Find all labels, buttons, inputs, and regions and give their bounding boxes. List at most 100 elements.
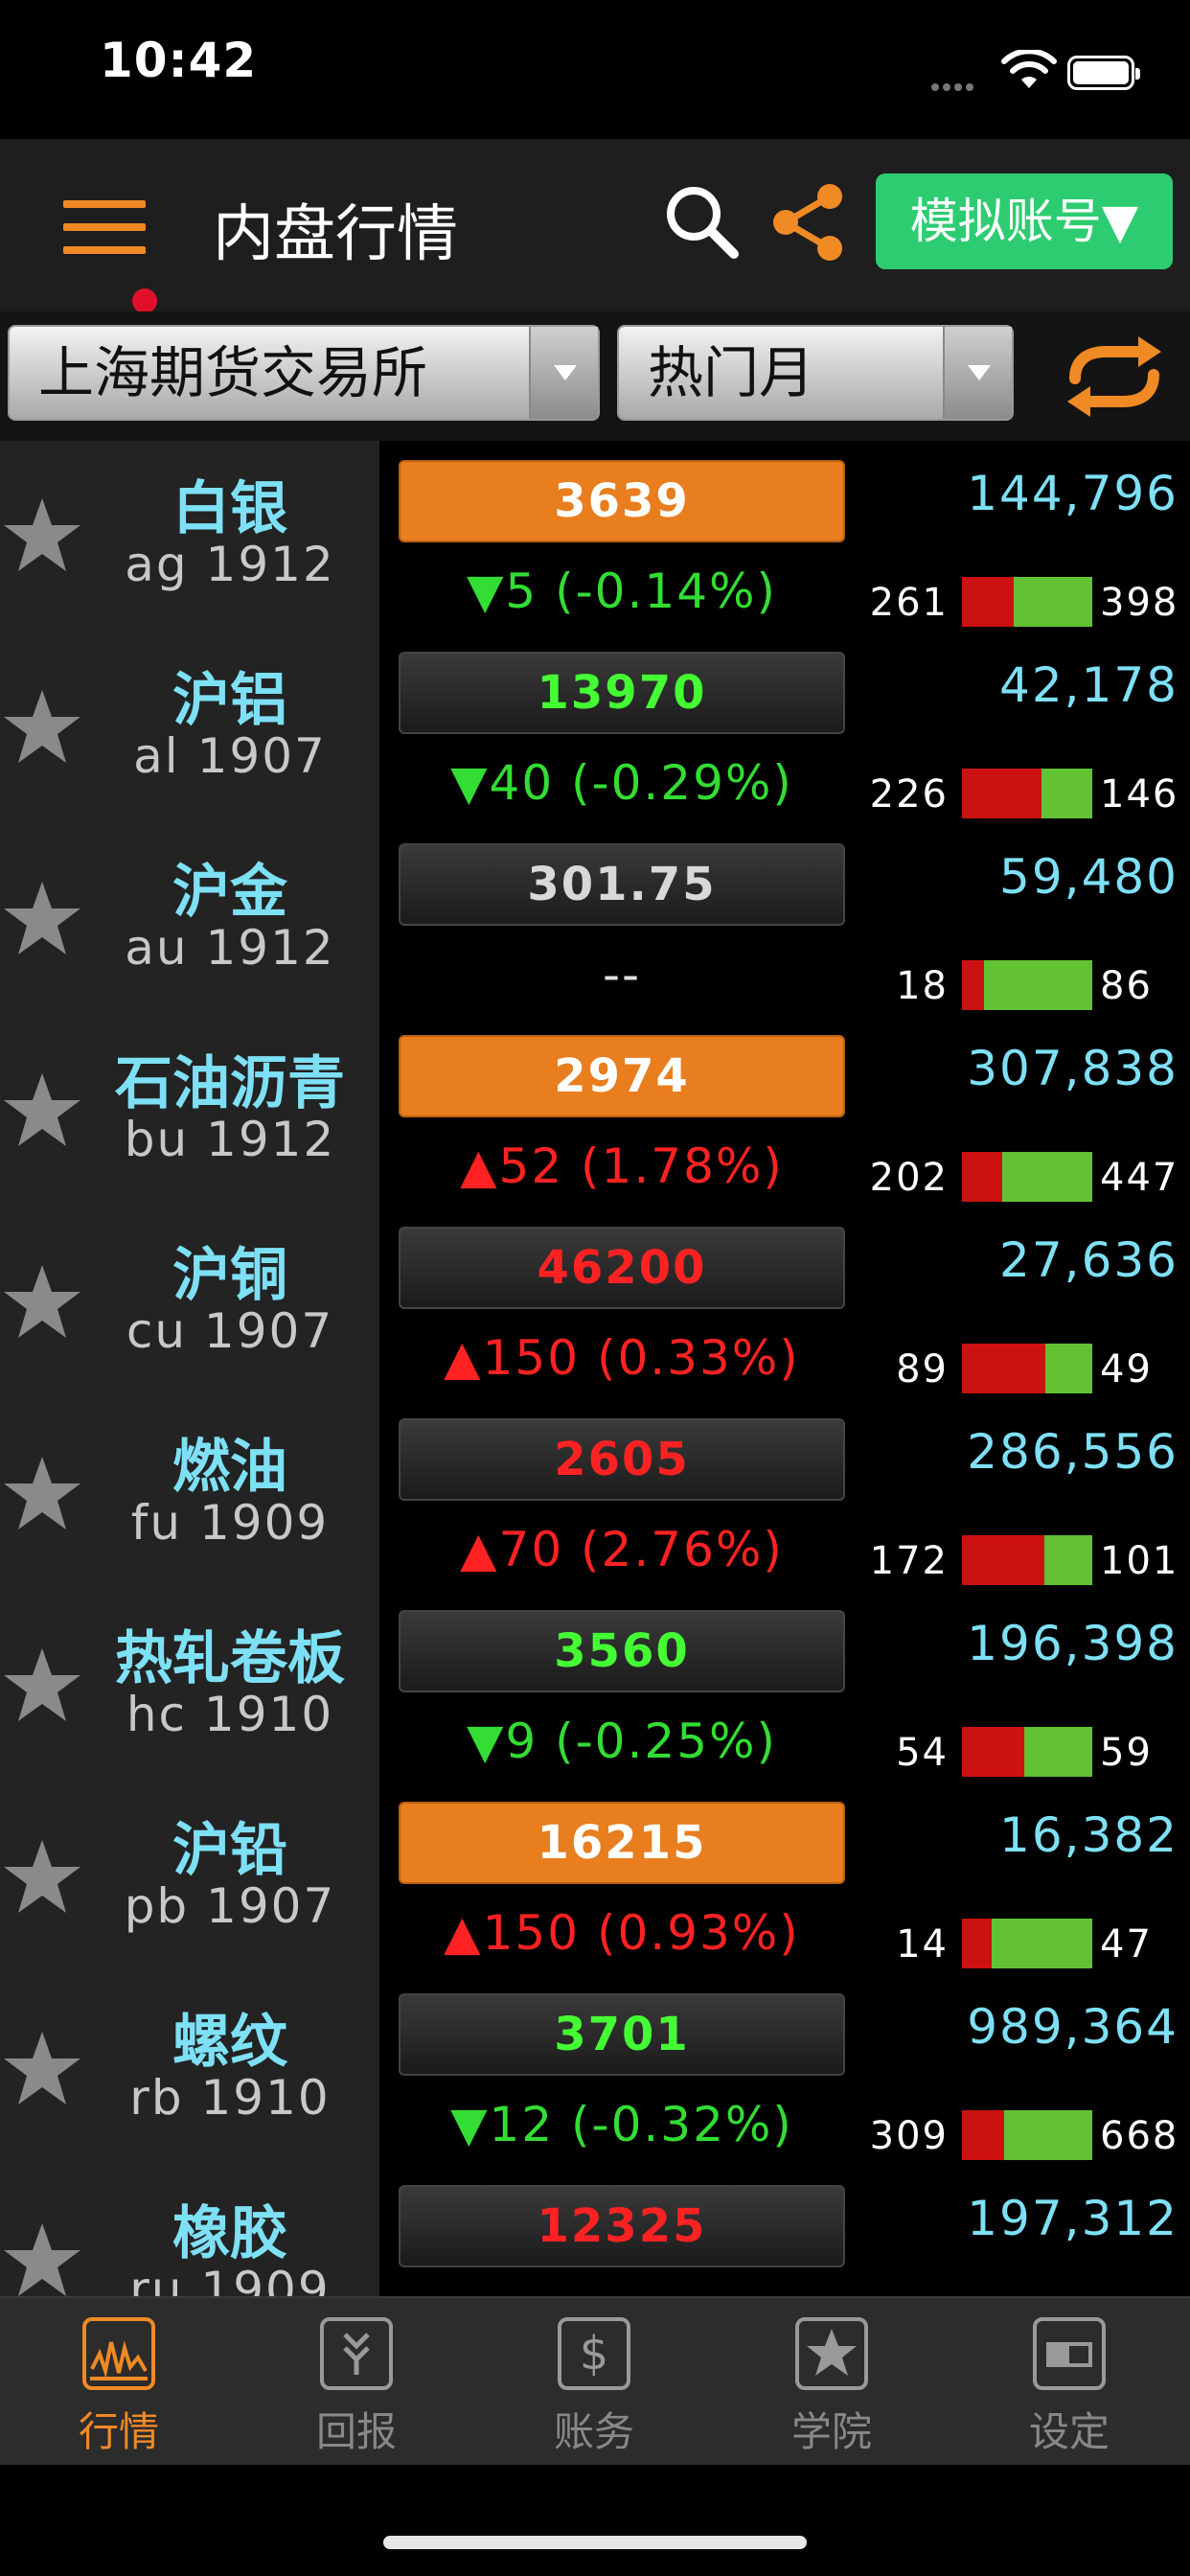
- star-badge-icon: [795, 2317, 868, 2390]
- chevron-down-icon: [529, 327, 598, 419]
- volume: 42,178: [999, 657, 1179, 713]
- favorite-star-icon[interactable]: [2, 2028, 82, 2108]
- bid-volume: 18: [896, 964, 949, 1008]
- contract-name: 沪铝: [172, 667, 287, 734]
- bid-volume: 261: [869, 581, 949, 625]
- last-price[interactable]: 3639: [399, 460, 845, 542]
- favorite-star-icon[interactable]: [2, 1070, 82, 1150]
- bid-ratio-fill: [962, 1919, 993, 1968]
- table-row[interactable]: 热轧卷板 hc 1910 3560 ▼9 (-0.25%) 196,398 54 59: [0, 1591, 1190, 1782]
- contract-code: ru 1909: [129, 2262, 331, 2296]
- tab-settings[interactable]: 设定: [993, 2315, 1146, 2458]
- last-price[interactable]: 3701: [399, 1993, 845, 2076]
- signal-icon: [931, 77, 987, 91]
- ask-volume: 146: [1100, 772, 1179, 816]
- volume: 16,382: [999, 1807, 1179, 1863]
- exchange-dropdown[interactable]: 上海期货交易所: [8, 325, 600, 421]
- bid-ratio-fill: [962, 1152, 1003, 1202]
- home-indicator[interactable]: [383, 2536, 807, 2549]
- favorite-star-icon[interactable]: [2, 1644, 82, 1725]
- status-time: 10:42: [100, 33, 258, 88]
- nav-bar: 内盘行情 模拟账号▼: [0, 139, 1190, 313]
- favorite-star-icon[interactable]: [2, 494, 82, 575]
- price-change: ▼5 (-0.14%): [466, 564, 778, 619]
- table-row[interactable]: 白银 ag 1912 3639 ▼5 (-0.14%) 144,796 261 398: [0, 441, 1190, 632]
- bid-volume: 14: [896, 1922, 949, 1966]
- price-change: ▼40 (-0.29%): [450, 755, 793, 811]
- volume: 307,838: [967, 1041, 1179, 1096]
- search-icon[interactable]: [661, 181, 742, 262]
- bid-ask-ratio-bar: [962, 769, 1092, 818]
- tab-label: 账务: [553, 2408, 634, 2455]
- bid-volume: 172: [869, 1539, 949, 1583]
- bid-volume: 89: [896, 1347, 949, 1392]
- price-change: ▲52 (1.78%): [460, 1138, 784, 1194]
- ask-volume: 47: [1100, 1922, 1153, 1966]
- bid-ratio-fill: [962, 769, 1041, 818]
- tab-academy[interactable]: 学院: [755, 2315, 908, 2458]
- contract-code: rb 1910: [129, 2070, 331, 2126]
- table-row[interactable]: 沪铝 al 1907 13970 ▼40 (-0.29%) 42,178 226 146: [0, 632, 1190, 824]
- svg-text:$: $: [580, 2327, 609, 2380]
- filter-bar: 上海期货交易所 热门月: [0, 311, 1190, 441]
- favorite-star-icon[interactable]: [2, 686, 82, 767]
- tab-account[interactable]: $ 账务: [517, 2315, 671, 2458]
- price-change: --: [602, 947, 642, 1002]
- volume: 27,636: [999, 1232, 1179, 1288]
- table-row[interactable]: 橡胶 ru 1909 12325 197,312: [0, 2166, 1190, 2296]
- share-icon[interactable]: [767, 181, 849, 264]
- favorite-star-icon[interactable]: [2, 878, 82, 958]
- refresh-icon[interactable]: [1062, 336, 1167, 417]
- last-price[interactable]: 2605: [399, 1418, 845, 1501]
- contract-code: bu 1912: [124, 1112, 336, 1167]
- table-row[interactable]: 沪铜 cu 1907 46200 ▲150 (0.33%) 27,636 89 49: [0, 1208, 1190, 1399]
- contract-code: al 1907: [133, 728, 327, 784]
- bid-ask-ratio-bar: [962, 577, 1092, 627]
- bid-ask-ratio-bar: [962, 2110, 1092, 2160]
- table-row[interactable]: 螺纹 rb 1910 3701 ▼12 (-0.32%) 989,364 309 668: [0, 1974, 1190, 2166]
- page-title: 内盘行情: [213, 199, 458, 270]
- market-chart-icon: [82, 2317, 155, 2390]
- tab-report[interactable]: 回报: [280, 2315, 433, 2458]
- bid-ask-ratio-bar: [962, 960, 1092, 1010]
- contract-code: ag 1912: [125, 537, 335, 592]
- favorite-star-icon[interactable]: [2, 1453, 82, 1533]
- table-row[interactable]: 石油沥青 bu 1912 2974 ▲52 (1.78%) 307,838 202 447: [0, 1016, 1190, 1208]
- favorite-star-icon[interactable]: [2, 1261, 82, 1342]
- last-price[interactable]: 46200: [399, 1227, 845, 1309]
- menu-icon[interactable]: [63, 193, 159, 313]
- last-price[interactable]: 12325: [399, 2185, 845, 2267]
- bid-ask-ratio-bar: [962, 1535, 1092, 1585]
- bid-ratio-fill: [962, 577, 1015, 627]
- bid-ratio-fill: [962, 1344, 1046, 1393]
- tab-label: 学院: [790, 2408, 872, 2455]
- volume: 59,480: [999, 849, 1179, 905]
- last-price[interactable]: 16215: [399, 1802, 845, 1884]
- price-change: ▼12 (-0.32%): [450, 2097, 793, 2152]
- favorite-star-icon[interactable]: [2, 1836, 82, 1917]
- ask-volume: 101: [1100, 1539, 1179, 1583]
- exchange-dropdown-label: 上海期货交易所: [38, 340, 428, 405]
- favorite-star-icon[interactable]: [2, 2220, 82, 2296]
- notification-dot: [132, 288, 157, 313]
- bid-volume: 54: [896, 1731, 949, 1775]
- status-bar: 10:42: [0, 0, 1190, 139]
- last-price[interactable]: 2974: [399, 1035, 845, 1117]
- last-price[interactable]: 301.75: [399, 843, 845, 926]
- contract-month-dropdown[interactable]: 热门月: [617, 325, 1014, 421]
- bid-ask-ratio-bar: [962, 1727, 1092, 1777]
- bid-ask-ratio-bar: [962, 1919, 1092, 1968]
- volume: 196,398: [967, 1616, 1179, 1671]
- contract-code: hc 1910: [126, 1687, 334, 1742]
- table-row[interactable]: 沪铅 pb 1907 16215 ▲150 (0.93%) 16,382 14 47: [0, 1782, 1190, 1974]
- account-selector-button[interactable]: 模拟账号▼: [876, 173, 1173, 269]
- quote-list[interactable]: 白银 ag 1912 3639 ▼5 (-0.14%) 144,796 261 398 沪铝 a…: [0, 441, 1190, 2296]
- tab-market[interactable]: 行情: [42, 2315, 195, 2458]
- contract-name: 沪金: [172, 859, 287, 926]
- table-row[interactable]: 沪金 au 1912 301.75 -- 59,480 18 86: [0, 824, 1190, 1016]
- last-price[interactable]: 3560: [399, 1610, 845, 1692]
- table-row[interactable]: 燃油 fu 1909 2605 ▲70 (2.76%) 286,556 172 101: [0, 1399, 1190, 1591]
- bid-ratio-fill: [962, 1727, 1025, 1777]
- contract-name: 橡胶: [172, 2200, 287, 2267]
- last-price[interactable]: 13970: [399, 652, 845, 734]
